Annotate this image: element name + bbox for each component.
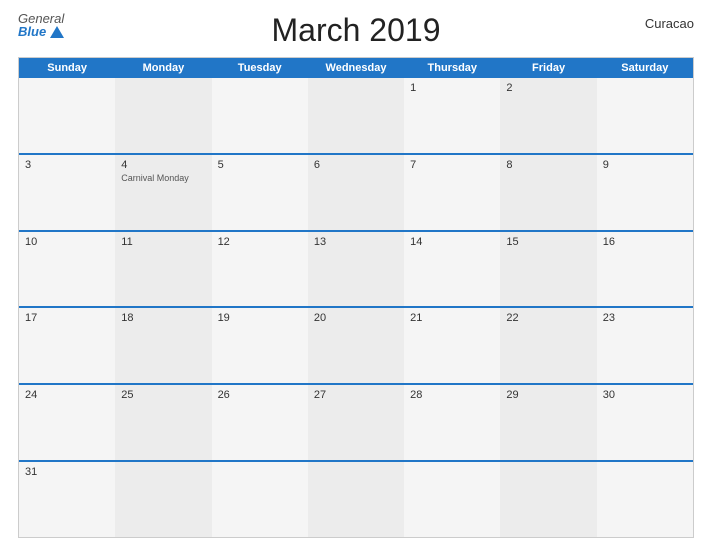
calendar-week: 12 bbox=[19, 78, 693, 153]
day-number: 22 bbox=[506, 312, 590, 324]
calendar-cell: 25 bbox=[115, 385, 211, 460]
calendar-cell: 30 bbox=[597, 385, 693, 460]
day-of-week-header: Wednesday bbox=[308, 58, 404, 78]
calendar-cell: 4 Carnival Monday bbox=[115, 155, 211, 230]
calendar-cell bbox=[597, 462, 693, 537]
calendar-cell bbox=[115, 462, 211, 537]
calendar-week: 34 Carnival Monday 5678 9 bbox=[19, 153, 693, 230]
day-of-week-header: Thursday bbox=[404, 58, 500, 78]
calendar-cell bbox=[308, 78, 404, 153]
calendar-week: 10 11 12 13 14 15 16 bbox=[19, 230, 693, 307]
day-of-week-header: Saturday bbox=[597, 58, 693, 78]
day-number: 27 bbox=[314, 389, 398, 401]
day-number: 23 bbox=[603, 312, 687, 324]
calendar-cell: 11 bbox=[115, 232, 211, 307]
calendar: SundayMondayTuesdayWednesdayThursdayFrid… bbox=[18, 57, 694, 538]
event-label: Carnival Monday bbox=[121, 173, 205, 183]
calendar-cell: 24 bbox=[19, 385, 115, 460]
calendar-cell bbox=[308, 462, 404, 537]
calendar-header-row: SundayMondayTuesdayWednesdayThursdayFrid… bbox=[19, 58, 693, 78]
day-number: 21 bbox=[410, 312, 494, 324]
calendar-cell: 10 bbox=[19, 232, 115, 307]
logo: General Blue bbox=[18, 12, 64, 38]
day-of-week-header: Friday bbox=[500, 58, 596, 78]
day-number: 29 bbox=[506, 389, 590, 401]
calendar-cell: 7 bbox=[404, 155, 500, 230]
calendar-week: 24 25 26 27 28 29 30 bbox=[19, 383, 693, 460]
calendar-cell: 18 bbox=[115, 308, 211, 383]
calendar-cell: 1 bbox=[404, 78, 500, 153]
calendar-cell bbox=[115, 78, 211, 153]
day-of-week-header: Tuesday bbox=[212, 58, 308, 78]
day-number: 2 bbox=[506, 82, 590, 94]
day-number: 3 bbox=[25, 159, 109, 171]
day-number: 11 bbox=[121, 236, 205, 248]
day-number: 15 bbox=[506, 236, 590, 248]
calendar-cell: 19 bbox=[212, 308, 308, 383]
day-of-week-header: Sunday bbox=[19, 58, 115, 78]
calendar-cell: 22 bbox=[500, 308, 596, 383]
calendar-cell: 26 bbox=[212, 385, 308, 460]
day-number: 26 bbox=[218, 389, 302, 401]
calendar-title: March 2019 bbox=[272, 12, 441, 49]
calendar-cell: 8 bbox=[500, 155, 596, 230]
calendar-cell: 9 bbox=[597, 155, 693, 230]
day-number: 7 bbox=[410, 159, 494, 171]
day-of-week-header: Monday bbox=[115, 58, 211, 78]
calendar-week: 17 18 19 20 21 22 23 bbox=[19, 306, 693, 383]
day-number: 20 bbox=[314, 312, 398, 324]
day-number: 9 bbox=[603, 159, 687, 171]
calendar-cell: 15 bbox=[500, 232, 596, 307]
calendar-cell bbox=[212, 462, 308, 537]
logo-triangle-icon bbox=[50, 26, 64, 38]
day-number: 28 bbox=[410, 389, 494, 401]
calendar-cell: 20 bbox=[308, 308, 404, 383]
day-number: 8 bbox=[506, 159, 590, 171]
calendar-cell: 3 bbox=[19, 155, 115, 230]
day-number: 24 bbox=[25, 389, 109, 401]
day-number: 14 bbox=[410, 236, 494, 248]
day-number: 16 bbox=[603, 236, 687, 248]
calendar-header: General Blue March 2019 Curacao bbox=[18, 12, 694, 49]
page: General Blue March 2019 Curacao SundayMo… bbox=[0, 0, 712, 550]
calendar-cell: 6 bbox=[308, 155, 404, 230]
calendar-cell: 16 bbox=[597, 232, 693, 307]
day-number: 6 bbox=[314, 159, 398, 171]
day-number: 13 bbox=[314, 236, 398, 248]
calendar-cell: 5 bbox=[212, 155, 308, 230]
calendar-cell bbox=[597, 78, 693, 153]
calendar-body: 1234Carnival Monday567891011121314151617… bbox=[19, 78, 693, 537]
calendar-cell bbox=[19, 78, 115, 153]
calendar-cell: 13 bbox=[308, 232, 404, 307]
calendar-cell: 28 bbox=[404, 385, 500, 460]
day-number: 17 bbox=[25, 312, 109, 324]
calendar-cell: 17 bbox=[19, 308, 115, 383]
day-number: 25 bbox=[121, 389, 205, 401]
calendar-cell: 21 bbox=[404, 308, 500, 383]
calendar-cell: 29 bbox=[500, 385, 596, 460]
country-label: Curacao bbox=[645, 16, 694, 31]
day-number: 10 bbox=[25, 236, 109, 248]
calendar-cell: 23 bbox=[597, 308, 693, 383]
calendar-cell bbox=[500, 462, 596, 537]
day-number: 18 bbox=[121, 312, 205, 324]
day-number: 4 bbox=[121, 159, 205, 171]
day-number: 31 bbox=[25, 466, 109, 478]
day-number: 5 bbox=[218, 159, 302, 171]
calendar-cell: 14 bbox=[404, 232, 500, 307]
day-number: 1 bbox=[410, 82, 494, 94]
calendar-cell: 27 bbox=[308, 385, 404, 460]
calendar-week: 31 bbox=[19, 460, 693, 537]
day-number: 19 bbox=[218, 312, 302, 324]
calendar-cell: 2 bbox=[500, 78, 596, 153]
calendar-cell bbox=[212, 78, 308, 153]
day-number: 12 bbox=[218, 236, 302, 248]
day-number: 30 bbox=[603, 389, 687, 401]
logo-blue-text: Blue bbox=[18, 25, 64, 38]
calendar-cell: 12 bbox=[212, 232, 308, 307]
calendar-cell: 31 bbox=[19, 462, 115, 537]
calendar-cell bbox=[404, 462, 500, 537]
